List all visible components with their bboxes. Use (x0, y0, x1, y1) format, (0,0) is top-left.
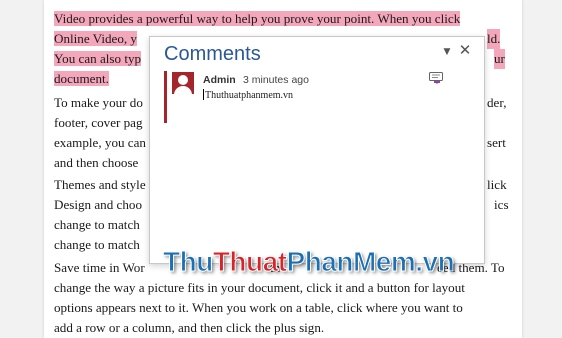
comment-time: 3 minutes ago (243, 74, 309, 86)
text-line: Save time in Wor (54, 260, 145, 275)
text-line: der, (487, 95, 507, 110)
text-line: To make your do (54, 95, 143, 110)
text-line: ics (494, 197, 509, 212)
reply-icon[interactable] (429, 72, 443, 84)
watermark-part: Thuat (212, 246, 287, 278)
pane-options-chevron-down-icon[interactable]: ▼ (440, 45, 454, 59)
text-line: lick (487, 177, 507, 192)
text-line: Online Video, y (54, 31, 137, 46)
text-line: footer, cover pag (54, 115, 143, 130)
close-icon[interactable]: ✕ (458, 41, 472, 59)
text-line: Themes and style (54, 177, 146, 192)
text-line: and then choose (54, 155, 139, 170)
text-line: document. (54, 71, 109, 86)
text-line: example, you can (54, 135, 146, 150)
text-line: change to match (54, 237, 140, 252)
avatar-icon (172, 72, 194, 94)
comment-author: Admin (203, 74, 236, 86)
text-line: options appears next to it. When you wor… (54, 300, 463, 315)
watermark-part: Thu (163, 246, 214, 278)
text-line: change the way a picture fits in your do… (54, 280, 465, 295)
comments-pane[interactable]: Comments ▼ ✕ Admin 3 minutes ago Thuthua… (149, 36, 485, 264)
comments-title: Comments (164, 43, 261, 65)
text-line: ld. (487, 29, 501, 49)
text-line: Video provides a powerful way to help yo… (54, 11, 461, 26)
text-line: sert (487, 135, 506, 150)
text-line: Design and choo (54, 197, 142, 212)
text-line: ur (494, 49, 505, 69)
watermark-logo: ThuThuatPhanMem.vn (163, 246, 456, 278)
text-line: You can also typ (54, 51, 142, 66)
watermark-part: PhanMem.vn (286, 246, 455, 278)
text-line: change to match (54, 217, 140, 232)
comment-text-field[interactable]: Thuthuatphanmem.vn (203, 89, 293, 101)
comment-accent-bar (164, 71, 167, 123)
text-line: add a row or a column, and then click th… (54, 320, 325, 335)
